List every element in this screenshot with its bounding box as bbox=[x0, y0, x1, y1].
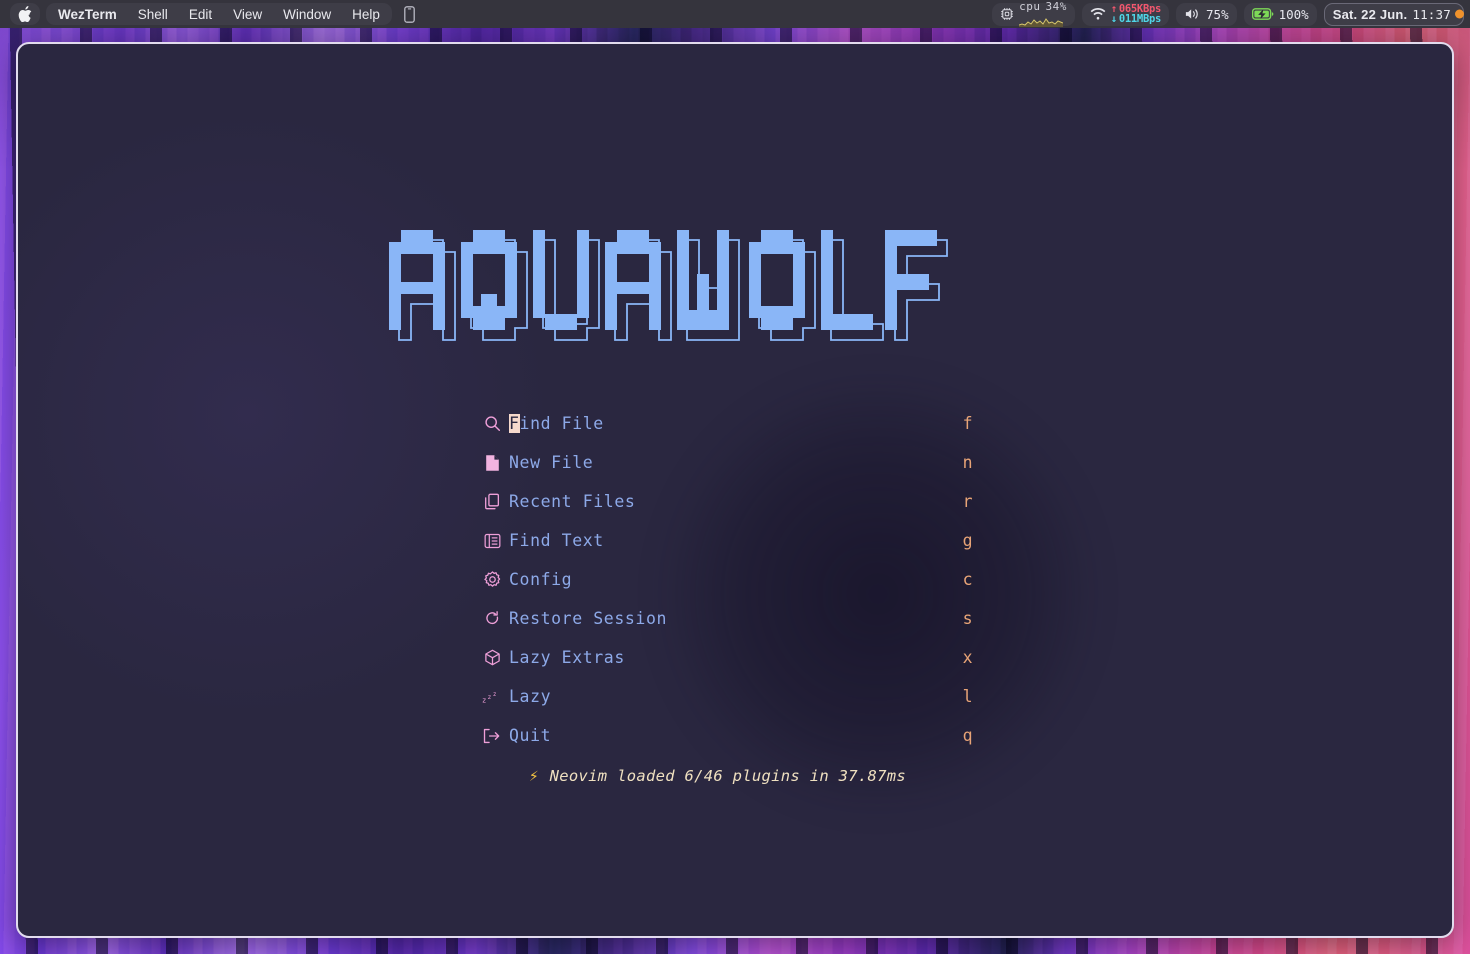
new-file-icon bbox=[475, 454, 509, 472]
menu-item-wezterm[interactable]: WezTerm bbox=[58, 7, 117, 22]
cpu-status-item[interactable]: cpu 34% bbox=[992, 0, 1075, 27]
cpu-label: cpu bbox=[1019, 0, 1041, 13]
shortcut-lazy: l bbox=[962, 687, 973, 706]
shortcut-find-file: f bbox=[962, 414, 973, 433]
menu-row-lazy-extras[interactable]: Lazy Extras x bbox=[475, 638, 995, 677]
menu-label-config: Config bbox=[509, 570, 573, 589]
svg-text:z: z bbox=[487, 693, 491, 700]
menu-row-find-file[interactable]: Find File f bbox=[475, 404, 995, 443]
search-icon bbox=[475, 415, 509, 432]
wezterm-window[interactable]: Find File f New File n Recent Files r Fi… bbox=[16, 42, 1454, 938]
package-cube-icon bbox=[475, 649, 509, 666]
menu-label-restore-session: Restore Session bbox=[509, 609, 668, 628]
wifi-icon bbox=[1090, 7, 1106, 19]
menu-row-quit[interactable]: Quit q bbox=[475, 716, 995, 755]
sleep-zzz-icon: z z z bbox=[475, 689, 509, 705]
battery-value: 100% bbox=[1278, 6, 1309, 22]
aquawolf-ascii-logo bbox=[18, 226, 1452, 358]
menu-item-edit[interactable]: Edit bbox=[189, 7, 212, 22]
svg-text:z: z bbox=[493, 692, 497, 698]
menu-label-lazy-extras: Lazy Extras bbox=[509, 648, 625, 667]
menu-label-new-file: New File bbox=[509, 453, 594, 472]
shortcut-config: c bbox=[962, 570, 973, 589]
shortcut-recent-files: r bbox=[962, 492, 973, 511]
speaker-icon bbox=[1185, 9, 1198, 19]
shortcut-find-text: g bbox=[962, 531, 973, 550]
shortcut-lazy-extras: x bbox=[962, 648, 973, 667]
lightning-bolt-icon: ⚡ bbox=[529, 766, 539, 785]
app-menu-group: WezTerm Shell Edit View Window Help bbox=[46, 3, 392, 25]
menu-label-find-file: Find File bbox=[509, 414, 604, 433]
battery-status-item[interactable]: 100% bbox=[1243, 2, 1317, 26]
menu-label-quit: Quit bbox=[509, 726, 552, 745]
cpu-sparkline bbox=[1019, 18, 1064, 27]
volume-status-item[interactable]: 75% bbox=[1176, 2, 1237, 26]
quit-exit-icon bbox=[475, 728, 509, 744]
neovim-dashboard: Find File f New File n Recent Files r Fi… bbox=[18, 44, 1452, 936]
cpu-chip-icon bbox=[1001, 8, 1013, 20]
clock-date: Sat. 22 Jun. bbox=[1332, 6, 1408, 22]
restore-session-icon bbox=[475, 611, 509, 626]
apple-logo-icon[interactable] bbox=[10, 3, 40, 25]
menu-label-find-text: Find Text bbox=[509, 531, 604, 550]
cpu-value: 34% bbox=[1045, 0, 1067, 13]
menu-label-recent-files: Recent Files bbox=[509, 492, 636, 511]
iphone-glyph bbox=[404, 5, 415, 23]
menu-row-find-text[interactable]: Find Text g bbox=[475, 521, 995, 560]
terminal-cursor: F bbox=[509, 414, 520, 433]
menu-row-lazy[interactable]: z z z Lazy l bbox=[475, 677, 995, 716]
battery-charging-icon bbox=[1251, 8, 1273, 20]
menu-row-config[interactable]: Config c bbox=[475, 560, 995, 599]
menu-item-help[interactable]: Help bbox=[352, 7, 380, 22]
macos-menu-bar: WezTerm Shell Edit View Window Help cpu … bbox=[0, 0, 1470, 28]
shortcut-quit: q bbox=[962, 726, 973, 745]
menu-row-new-file[interactable]: New File n bbox=[475, 443, 995, 482]
download-speed: 011MBps bbox=[1118, 13, 1162, 25]
menu-item-window[interactable]: Window bbox=[283, 7, 331, 22]
plugin-load-status: Neovim loaded 6/46 plugins in 37.87ms bbox=[549, 766, 907, 785]
dashboard-menu-list: Find File f New File n Recent Files r Fi… bbox=[18, 404, 1452, 755]
menubar-status-area: cpu 34% ↑ 065KBps ↓ 011MBps 75% 100% Sat… bbox=[992, 0, 1464, 27]
download-arrow-icon: ↓ bbox=[1110, 13, 1117, 25]
apple-logo-glyph bbox=[18, 6, 32, 22]
aquawolf-logo-glyph bbox=[389, 230, 948, 341]
recent-files-icon bbox=[475, 493, 509, 510]
menu-item-shell[interactable]: Shell bbox=[138, 7, 168, 22]
menu-row-recent-files[interactable]: Recent Files r bbox=[475, 482, 995, 521]
iphone-icon[interactable] bbox=[404, 5, 415, 23]
clock-status-item[interactable]: Sat. 22 Jun. 11:37 bbox=[1323, 2, 1464, 26]
network-status-item[interactable]: ↑ 065KBps ↓ 011MBps bbox=[1081, 2, 1170, 26]
menu-label-lazy: Lazy bbox=[509, 687, 552, 706]
dashboard-footer: ⚡ Neovim loaded 6/46 plugins in 37.87ms bbox=[18, 766, 1452, 785]
menu-row-restore-session[interactable]: Restore Session s bbox=[475, 599, 995, 638]
status-dot bbox=[1455, 9, 1464, 19]
volume-value: 75% bbox=[1206, 6, 1229, 22]
find-text-icon bbox=[475, 533, 509, 549]
clock-time: 11:37 bbox=[1412, 6, 1451, 22]
shortcut-restore-session: s bbox=[962, 609, 973, 628]
shortcut-new-file: n bbox=[962, 453, 973, 472]
menu-item-view[interactable]: View bbox=[233, 7, 262, 22]
gear-icon bbox=[475, 571, 509, 588]
svg-text:z: z bbox=[482, 695, 486, 704]
